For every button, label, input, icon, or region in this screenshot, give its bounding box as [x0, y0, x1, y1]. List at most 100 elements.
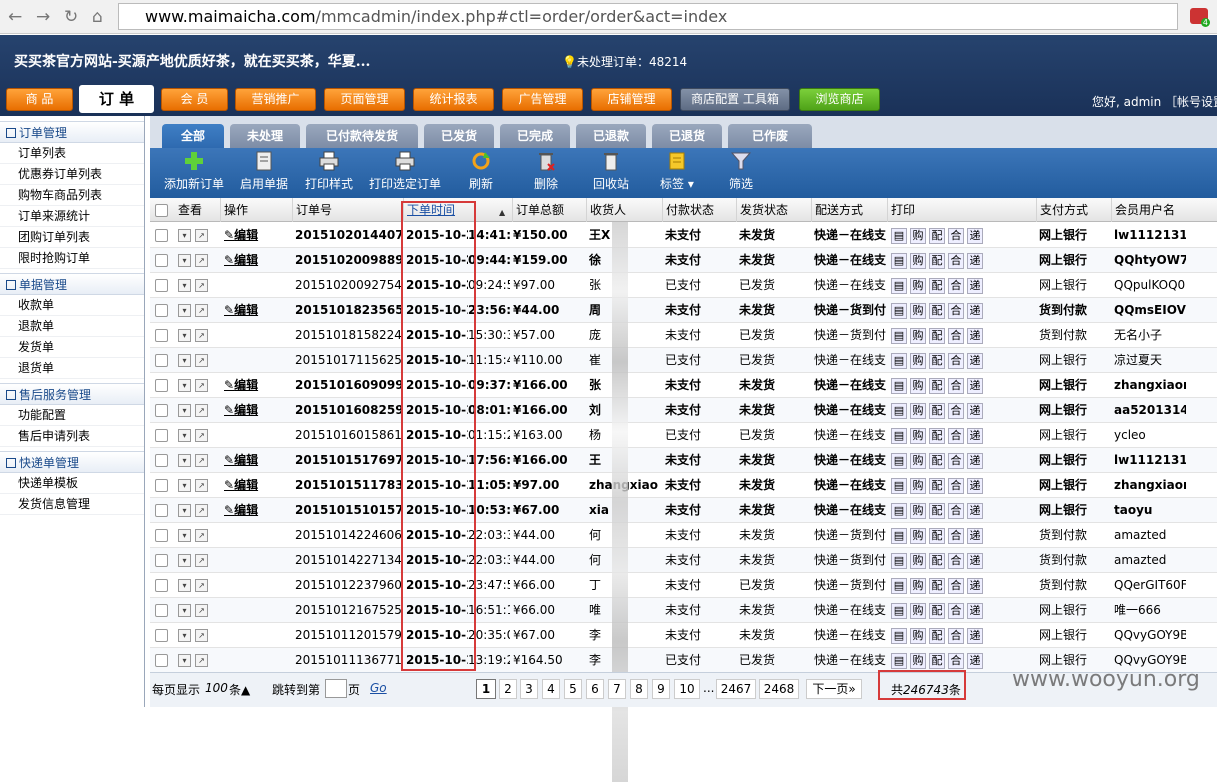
member-username[interactable]: lw11121314 — [1114, 223, 1186, 248]
print-purchase-button[interactable]: 购 — [910, 302, 926, 319]
row-checkbox[interactable] — [155, 554, 168, 567]
delete-button[interactable]: 删除 — [534, 150, 558, 192]
row-open-icon[interactable]: ↗ — [195, 354, 208, 367]
print-express-button[interactable]: 递 — [967, 277, 983, 294]
row-expand-dropdown[interactable]: ▾ — [178, 329, 191, 342]
print-icon[interactable]: ▤ — [891, 552, 907, 569]
page-5[interactable]: 5 — [564, 679, 582, 699]
print-icon[interactable]: ▤ — [891, 427, 907, 444]
row-checkbox[interactable] — [155, 404, 168, 417]
tab-completed[interactable]: 已完成 — [500, 124, 570, 148]
nav-shop[interactable]: 店铺管理 — [591, 88, 672, 111]
page-2[interactable]: 2 — [499, 679, 517, 699]
row-expand-dropdown[interactable]: ▾ — [178, 229, 191, 242]
print-purchase-button[interactable]: 购 — [910, 352, 926, 369]
order-no[interactable]: 201510171156250 — [295, 348, 401, 373]
print-icon[interactable]: ▤ — [891, 577, 907, 594]
page-2468[interactable]: 2468 — [759, 679, 799, 699]
print-purchase-button[interactable]: 购 — [910, 402, 926, 419]
row-expand-dropdown[interactable]: ▾ — [178, 504, 191, 517]
order-no[interactable]: 201510111367710 — [295, 648, 401, 673]
print-icon[interactable]: ▤ — [891, 627, 907, 644]
sidebar-item-shipments[interactable]: 发货单 — [0, 337, 144, 358]
row-expand-dropdown[interactable]: ▾ — [178, 629, 191, 642]
page-9[interactable]: 9 — [652, 679, 670, 699]
print-express-button[interactable]: 递 — [967, 452, 983, 469]
print-purchase-button[interactable]: 购 — [910, 427, 926, 444]
table-row[interactable]: ▾↗✎编辑2015101511783002015-10-1511:05:0¥97… — [150, 473, 1217, 498]
print-purchase-button[interactable]: 购 — [910, 527, 926, 544]
member-username[interactable]: ycleo — [1114, 423, 1186, 448]
row-open-icon[interactable]: ↗ — [195, 454, 208, 467]
print-distribution-button[interactable]: 配 — [929, 552, 945, 569]
print-icon[interactable]: ▤ — [891, 602, 907, 619]
page-6[interactable]: 6 — [586, 679, 604, 699]
page-8[interactable]: 8 — [630, 679, 648, 699]
print-purchase-button[interactable]: 购 — [910, 552, 926, 569]
order-no[interactable]: 201510160825910 — [295, 398, 401, 423]
print-purchase-button[interactable]: 购 — [910, 577, 926, 594]
print-distribution-button[interactable]: 配 — [929, 352, 945, 369]
print-express-button[interactable]: 递 — [967, 302, 983, 319]
edit-link[interactable]: ✎编辑 — [224, 398, 258, 423]
tab-all[interactable]: 全部 — [162, 124, 224, 148]
table-row[interactable]: ▾↗✎编辑2015101609099302015-10-1609:37:4¥16… — [150, 373, 1217, 398]
row-checkbox[interactable] — [155, 429, 168, 442]
nav-pages[interactable]: 页面管理 — [324, 88, 405, 111]
row-open-icon[interactable]: ↗ — [195, 404, 208, 417]
print-icon[interactable]: ▤ — [891, 277, 907, 294]
sidebar-item-aftersale-list[interactable]: 售后申请列表 — [0, 426, 144, 447]
order-no[interactable]: 201510160909930 — [295, 373, 401, 398]
tab-refunded[interactable]: 已退款 — [576, 124, 646, 148]
print-distribution-button[interactable]: 配 — [929, 577, 945, 594]
row-checkbox[interactable] — [155, 304, 168, 317]
order-no[interactable]: 201510160158610 — [295, 423, 401, 448]
table-row[interactable]: ▾↗✎编辑2015101517697302015-10-1517:56:5¥16… — [150, 448, 1217, 473]
print-express-button[interactable]: 递 — [967, 477, 983, 494]
print-express-button[interactable]: 递 — [967, 402, 983, 419]
row-expand-dropdown[interactable]: ▾ — [178, 354, 191, 367]
print-express-button[interactable]: 递 — [967, 527, 983, 544]
print-icon[interactable]: ▤ — [891, 252, 907, 269]
jump-page-input[interactable] — [325, 679, 347, 698]
print-distribution-button[interactable]: 配 — [929, 527, 945, 544]
print-icon[interactable]: ▤ — [891, 652, 907, 669]
row-open-icon[interactable]: ↗ — [195, 329, 208, 342]
print-express-button[interactable]: 递 — [967, 552, 983, 569]
sidebar-item-shipping-info[interactable]: 发货信息管理 — [0, 494, 144, 515]
member-username[interactable]: 无名小子 — [1114, 323, 1186, 348]
edit-link[interactable]: ✎编辑 — [224, 448, 258, 473]
print-combined-button[interactable]: 合 — [948, 552, 964, 569]
print-distribution-button[interactable]: 配 — [929, 402, 945, 419]
print-combined-button[interactable]: 合 — [948, 327, 964, 344]
row-expand-dropdown[interactable]: ▾ — [178, 454, 191, 467]
print-express-button[interactable]: 递 — [967, 377, 983, 394]
print-express-button[interactable]: 递 — [967, 602, 983, 619]
order-no[interactable]: 201510142246060 — [295, 523, 401, 548]
member-username[interactable]: QQvyGOY9B — [1114, 623, 1186, 648]
print-combined-button[interactable]: 合 — [948, 452, 964, 469]
row-open-icon[interactable]: ↗ — [195, 479, 208, 492]
sidebar-item-returns[interactable]: 退货单 — [0, 358, 144, 379]
print-combined-button[interactable]: 合 — [948, 477, 964, 494]
print-combined-button[interactable]: 合 — [948, 652, 964, 669]
print-express-button[interactable]: 递 — [967, 577, 983, 594]
col-delivery[interactable]: 配送方式 — [811, 198, 863, 222]
row-open-icon[interactable]: ↗ — [195, 379, 208, 392]
edit-link[interactable]: ✎编辑 — [224, 248, 258, 273]
per-page-value[interactable]: 100 — [205, 681, 228, 695]
row-checkbox[interactable] — [155, 329, 168, 342]
order-no[interactable]: 201510142271340 — [295, 548, 401, 573]
member-username[interactable]: QQmsEIOV9 — [1114, 298, 1186, 323]
nav-reports[interactable]: 统计报表 — [413, 88, 494, 111]
nav-marketing[interactable]: 营销推广 — [235, 88, 316, 111]
table-row[interactable]: ▾↗2015101422713402015-10-1422:03:3¥44.00… — [150, 548, 1217, 573]
forward-icon[interactable]: → — [36, 7, 50, 27]
order-no[interactable]: 201510122379600 — [295, 573, 401, 598]
table-row[interactable]: ▾↗✎编辑2015101823565002015-10-1823:56:4¥44… — [150, 298, 1217, 323]
tab-paid-pending[interactable]: 已付款待发货 — [306, 124, 418, 148]
print-distribution-button[interactable]: 配 — [929, 602, 945, 619]
filter-button[interactable]: 筛选 — [729, 150, 753, 192]
sidebar-item-cart-goods[interactable]: 购物车商品列表 — [0, 185, 144, 206]
edit-link[interactable]: ✎编辑 — [224, 498, 258, 523]
